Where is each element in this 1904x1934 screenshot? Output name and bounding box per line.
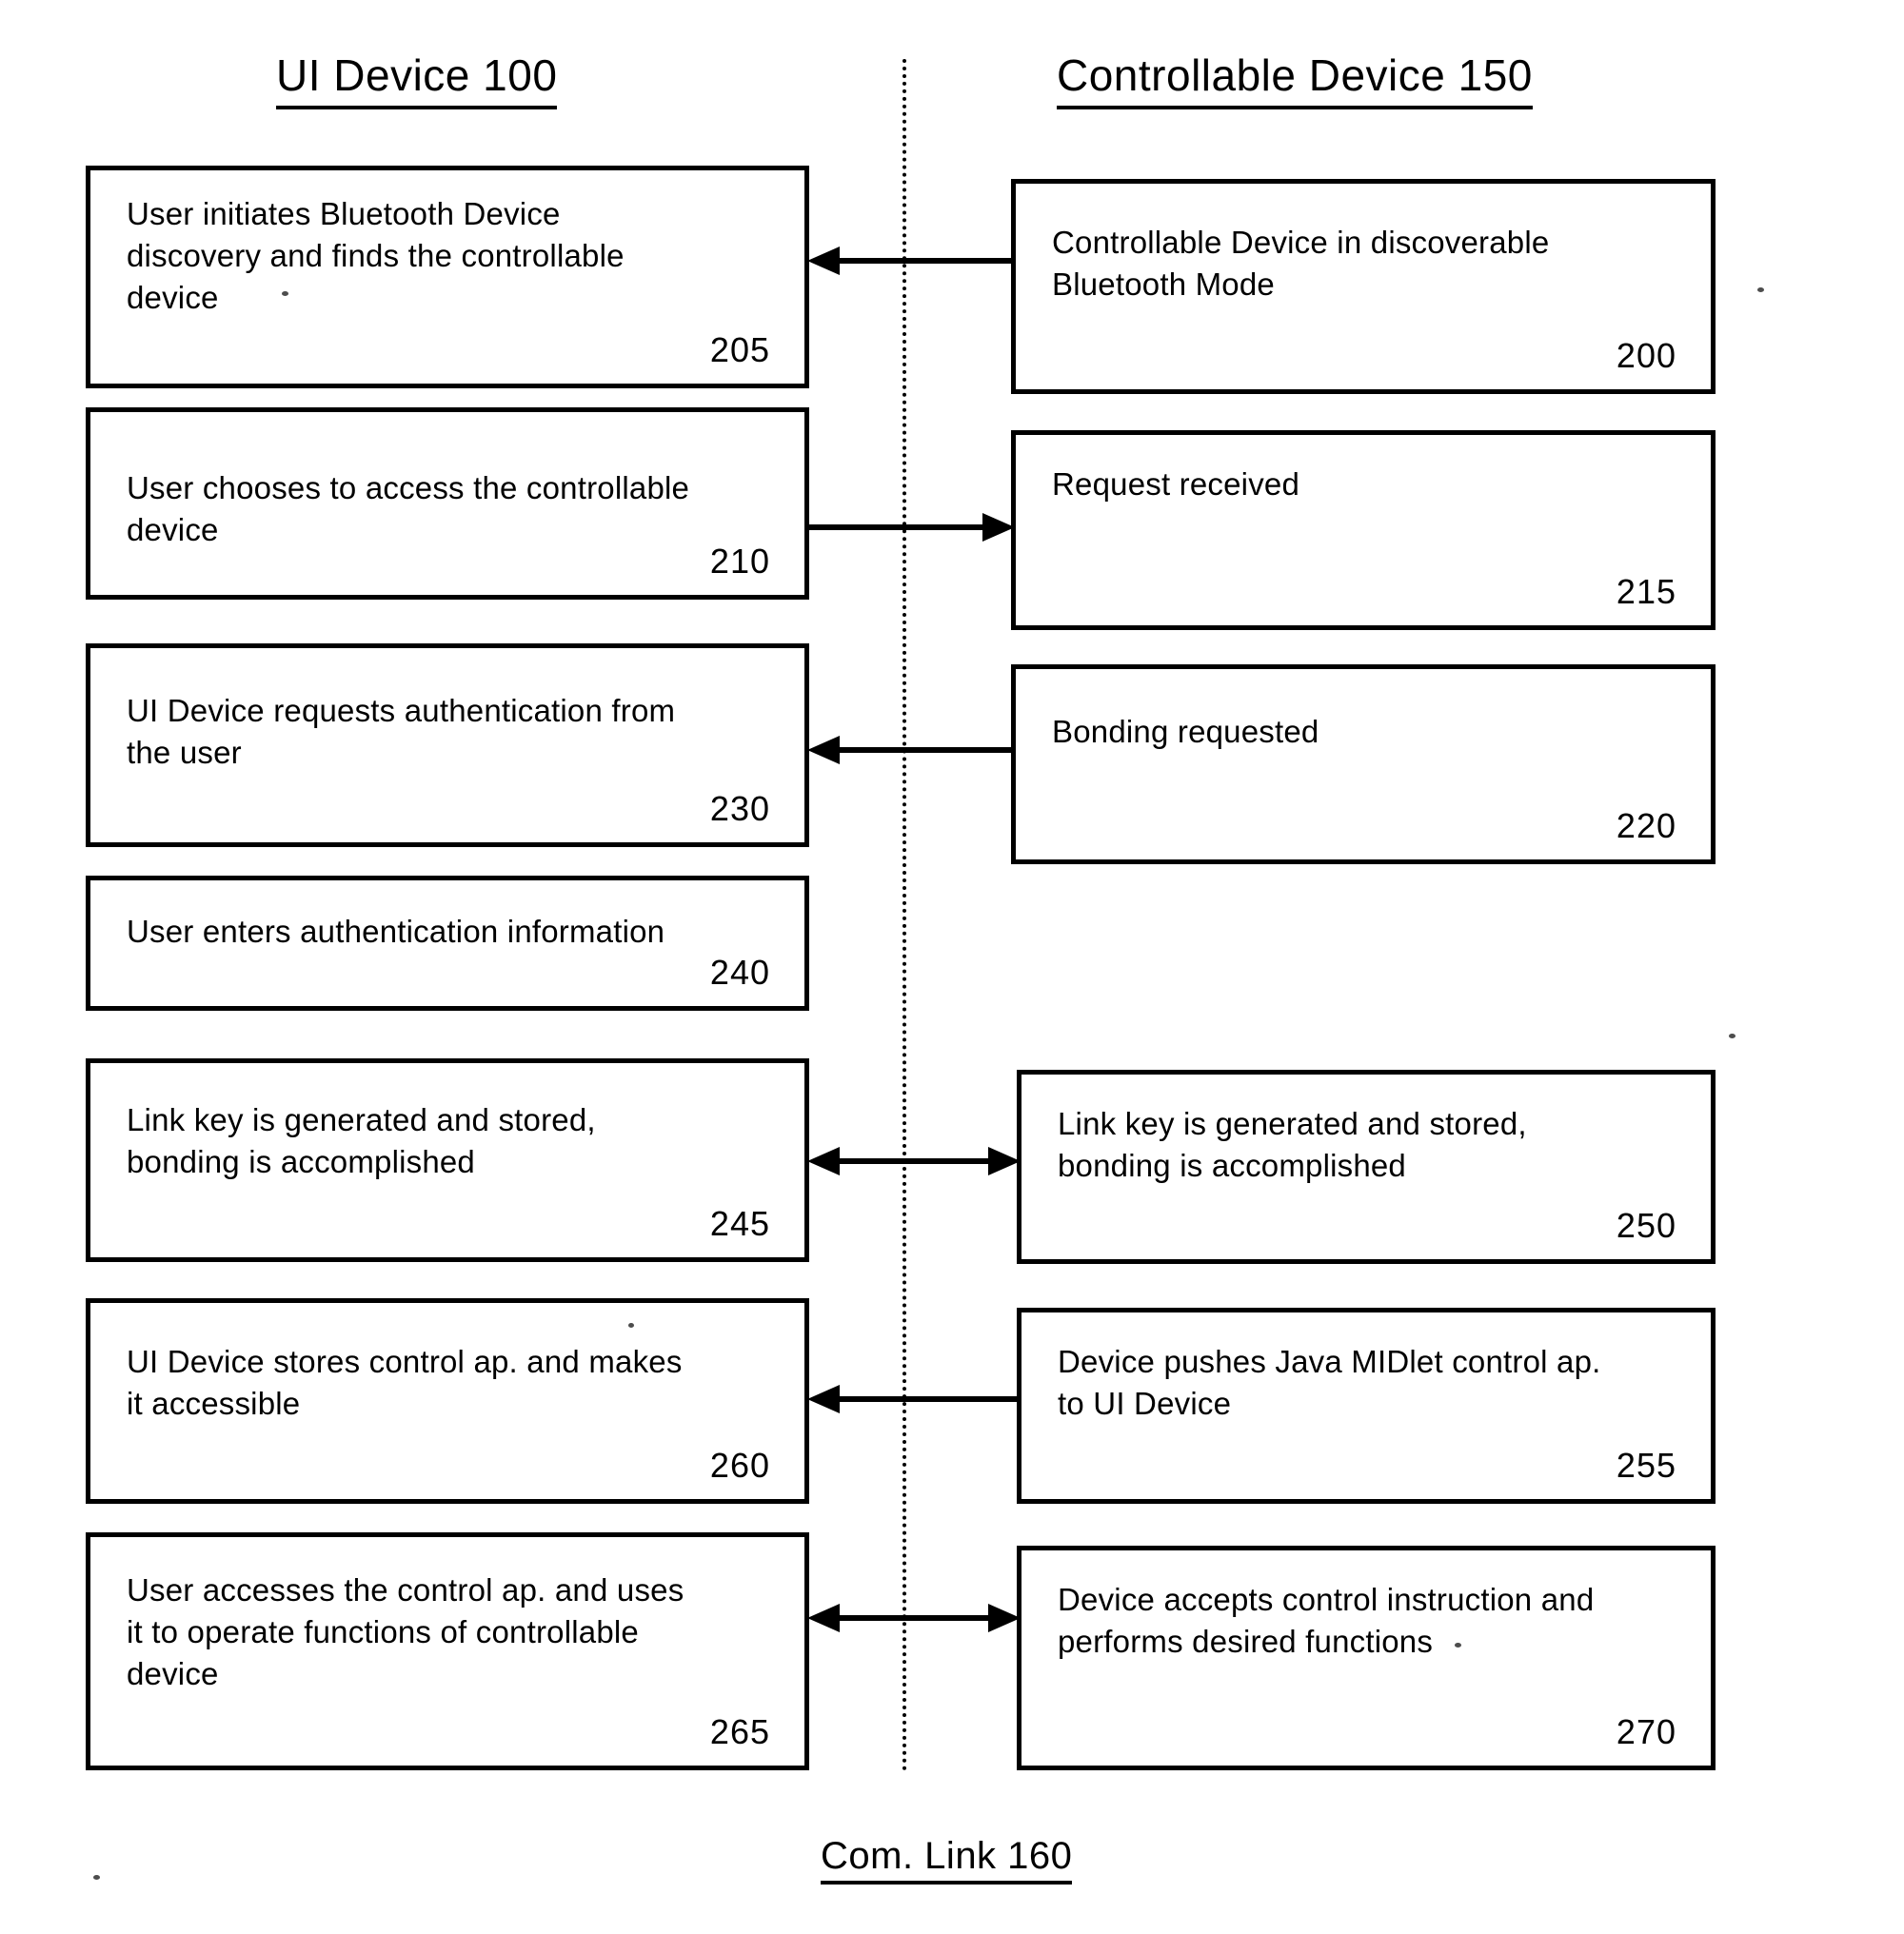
process-box-200-number: 200 (1616, 336, 1676, 375)
column-title-controllable-device: Controllable Device 150 (1057, 49, 1533, 109)
process-box-255: Device pushes Java MIDlet control ap. to… (1017, 1308, 1716, 1504)
process-box-260-text: UI Device stores control ap. and makes i… (127, 1344, 683, 1421)
process-box-230-text: UI Device requests authentication from t… (127, 693, 676, 770)
process-box-220: Bonding requested 220 (1011, 664, 1716, 864)
scan-speck (1729, 1034, 1735, 1038)
com-link-divider (902, 59, 906, 1772)
process-box-265-text: User accesses the control ap. and uses i… (127, 1572, 684, 1691)
process-box-230-number: 230 (709, 789, 770, 828)
diagram-canvas: UI Device 100 Controllable Device 150 Us… (0, 0, 1904, 1934)
arrow-210-to-215 (807, 508, 1015, 546)
process-box-205-number: 205 (709, 330, 770, 369)
process-box-210-number: 210 (709, 542, 770, 581)
process-box-230: UI Device requests authentication from t… (86, 643, 809, 847)
process-box-255-text: Device pushes Java MIDlet control ap. to… (1058, 1344, 1601, 1421)
process-box-270-number: 270 (1616, 1712, 1676, 1751)
com-link-label: Com. Link 160 (821, 1835, 1073, 1885)
arrow-265-to-270-bidirectional (807, 1599, 1021, 1637)
process-box-250-text: Link key is generated and stored, bondin… (1058, 1106, 1527, 1183)
process-box-240: User enters authentication information 2… (86, 876, 809, 1011)
scan-speck (1757, 287, 1764, 292)
arrow-200-to-205 (807, 242, 1015, 280)
process-box-200: Controllable Device in discoverable Blue… (1011, 179, 1716, 394)
scan-speck (628, 1323, 634, 1328)
arrow-255-to-260 (807, 1380, 1021, 1418)
process-box-215: Request received 215 (1011, 430, 1716, 630)
scan-speck (1455, 1643, 1461, 1648)
process-box-240-text: User enters authentication information (127, 914, 665, 949)
scan-speck (93, 1875, 100, 1880)
arrow-220-to-230 (807, 731, 1015, 769)
process-box-255-number: 255 (1616, 1446, 1676, 1485)
column-title-ui-device: UI Device 100 (276, 49, 558, 109)
process-box-210-text: User chooses to access the controllable … (127, 470, 690, 547)
process-box-245: Link key is generated and stored, bondin… (86, 1058, 809, 1262)
scan-speck (282, 291, 288, 296)
process-box-210: User chooses to access the controllable … (86, 407, 809, 600)
process-box-250: Link key is generated and stored, bondin… (1017, 1070, 1716, 1264)
process-box-265: User accesses the control ap. and uses i… (86, 1532, 809, 1770)
process-box-245-text: Link key is generated and stored, bondin… (127, 1102, 596, 1179)
process-box-250-number: 250 (1616, 1206, 1676, 1245)
process-box-240-number: 240 (709, 953, 770, 992)
process-box-220-text: Bonding requested (1052, 714, 1319, 749)
process-box-220-number: 220 (1616, 806, 1676, 845)
process-box-265-number: 265 (709, 1712, 770, 1751)
process-box-215-number: 215 (1616, 572, 1676, 611)
process-box-215-text: Request received (1052, 466, 1300, 502)
process-box-270-text: Device accepts control instruction and p… (1058, 1582, 1595, 1659)
process-box-205: User initiates Bluetooth Device discover… (86, 166, 809, 388)
process-box-260-number: 260 (709, 1446, 770, 1485)
process-box-205-text: User initiates Bluetooth Device discover… (127, 196, 625, 315)
process-box-200-text: Controllable Device in discoverable Blue… (1052, 225, 1550, 302)
process-box-260: UI Device stores control ap. and makes i… (86, 1298, 809, 1504)
arrow-245-to-250-bidirectional (807, 1142, 1021, 1180)
process-box-245-number: 245 (709, 1204, 770, 1243)
process-box-270: Device accepts control instruction and p… (1017, 1546, 1716, 1770)
